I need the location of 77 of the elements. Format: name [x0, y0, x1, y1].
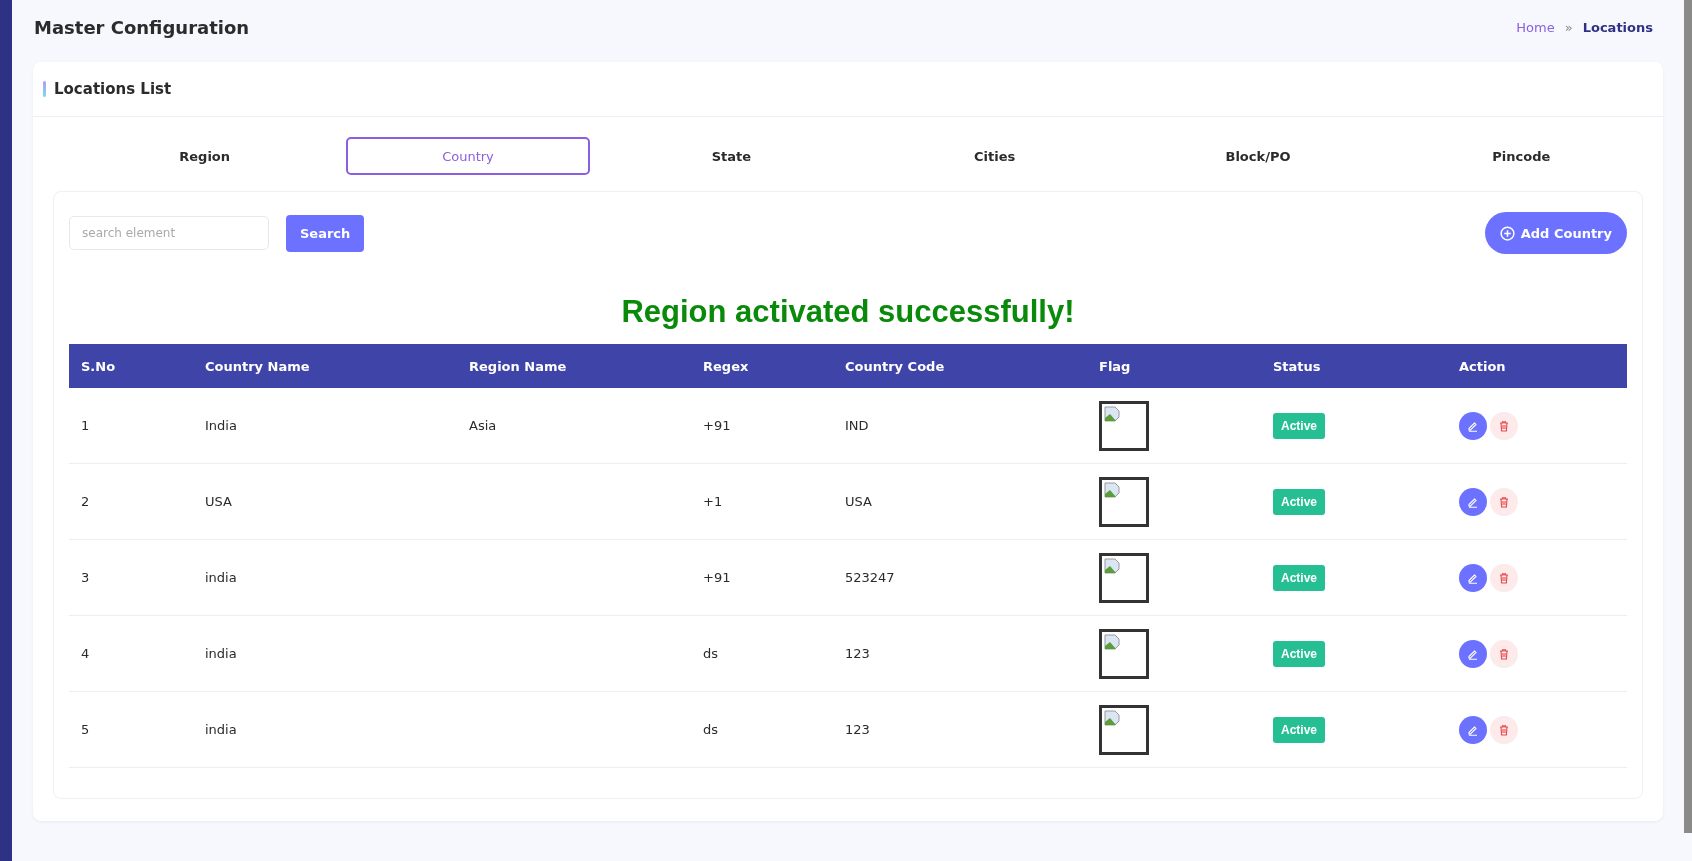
trash-icon: [1498, 495, 1510, 508]
breadcrumb-separator: »: [1564, 19, 1573, 35]
breadcrumb-home-link[interactable]: Home: [1516, 19, 1555, 35]
table-cell: 5: [81, 722, 90, 737]
table-cell: +91: [703, 418, 731, 433]
column-header: Status: [1273, 358, 1321, 374]
edit-button[interactable]: [1459, 487, 1487, 516]
table-cell: india: [205, 570, 237, 585]
plus-circle-icon: [1499, 225, 1515, 241]
table-cell: india: [205, 722, 237, 737]
column-header: Region Name: [469, 358, 567, 374]
table-cell: 123: [845, 722, 870, 737]
column-header: Country Code: [845, 358, 945, 374]
trash-icon: [1498, 571, 1510, 584]
status-badge: Active: [1273, 489, 1326, 515]
broken-image-icon: [1104, 709, 1120, 726]
table-cell: 3: [81, 570, 90, 585]
table-cell: 123: [845, 646, 870, 661]
trash-icon: [1498, 647, 1510, 660]
trash-icon: [1498, 419, 1510, 432]
pencil-icon: [1467, 647, 1479, 660]
table-cell: 1: [81, 418, 90, 433]
tab[interactable]: Pincode: [1399, 137, 1643, 175]
table-cell: 2: [81, 494, 90, 509]
search-field[interactable]: search element: [69, 216, 269, 250]
status-badge: Active: [1273, 717, 1326, 743]
pencil-icon: [1467, 495, 1479, 508]
search-button[interactable]: Search: [286, 214, 365, 252]
table-cell: Asia: [469, 418, 497, 433]
status-badge: Active: [1273, 565, 1326, 591]
table-cell: ds: [703, 722, 719, 737]
add-country-button[interactable]: Add Country: [1484, 212, 1627, 254]
pencil-icon: [1467, 723, 1479, 736]
edit-button[interactable]: [1459, 715, 1487, 744]
breadcrumb-current: Locations: [1582, 19, 1653, 35]
delete-button[interactable]: [1490, 487, 1518, 516]
column-header: Regex: [703, 358, 749, 374]
broken-image-icon: [1104, 557, 1120, 574]
table-cell: 523247: [845, 570, 895, 585]
pencil-icon: [1467, 419, 1479, 432]
tab[interactable]: State: [609, 137, 853, 175]
table-cell: India: [205, 418, 237, 433]
column-header: Action: [1459, 358, 1506, 374]
column-header: S.No: [81, 358, 116, 374]
card-title: Locations List: [54, 80, 172, 98]
table-cell: IND: [845, 418, 869, 433]
edit-button[interactable]: [1459, 411, 1487, 440]
table-cell: 4: [81, 646, 90, 661]
delete-button[interactable]: [1490, 715, 1518, 744]
table-cell: +1: [703, 494, 723, 509]
table-cell: ds: [703, 646, 719, 661]
broken-image-icon: [1104, 481, 1120, 498]
column-header: Country Name: [205, 358, 310, 374]
delete-button[interactable]: [1490, 411, 1518, 440]
edit-button[interactable]: [1459, 639, 1487, 668]
accent-bar: [43, 81, 46, 97]
status-badge: Active: [1273, 641, 1326, 667]
tab[interactable]: Country: [346, 137, 590, 175]
table-cell: USA: [845, 494, 872, 509]
tab[interactable]: Cities: [873, 137, 1117, 175]
tab[interactable]: Region: [83, 137, 327, 175]
tab[interactable]: Block/PO: [1136, 137, 1380, 175]
pencil-icon: [1467, 571, 1479, 584]
page-title: Master Configuration: [34, 16, 250, 38]
delete-button[interactable]: [1490, 639, 1518, 668]
table-cell: +91: [703, 570, 731, 585]
delete-button[interactable]: [1490, 563, 1518, 592]
table-cell: india: [205, 646, 237, 661]
trash-icon: [1498, 723, 1510, 736]
success-message: Region activated successfully!: [620, 294, 1076, 330]
column-header: Flag: [1099, 358, 1131, 374]
scrollbar[interactable]: [1684, 0, 1692, 833]
broken-image-icon: [1104, 633, 1120, 650]
status-badge: Active: [1273, 413, 1326, 439]
table-cell: USA: [205, 494, 232, 509]
broken-image-icon: [1104, 405, 1120, 422]
edit-button[interactable]: [1459, 563, 1487, 592]
